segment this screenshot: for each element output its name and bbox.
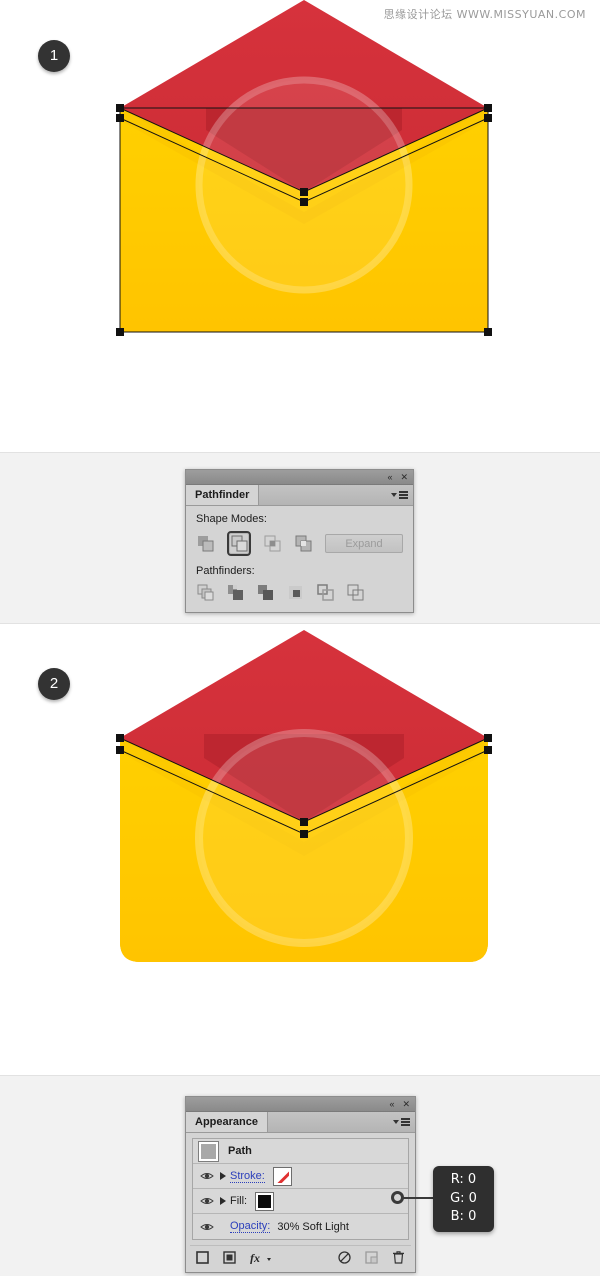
appearance-attribute-list: Path Stroke: Fill: Opacity: 30% Soft Lig… [192,1138,409,1240]
shape-modes-label: Shape Modes: [196,513,267,525]
add-new-effect-icon[interactable]: fx [250,1251,272,1264]
collapse-icon[interactable]: « [387,472,392,482]
visibility-eye-icon[interactable] [197,1196,216,1206]
pathfinder-crop-button[interactable] [286,583,305,602]
object-thumbnail [198,1140,219,1162]
step-badge-1: 1 [38,40,70,72]
tabrow-filler [268,1112,415,1132]
appearance-row-stroke[interactable]: Stroke: [193,1164,408,1189]
opacity-value: 30% Soft Light [277,1220,349,1233]
expand-button[interactable]: Expand [325,534,403,553]
appearance-panel[interactable]: « ✕ Appearance Path Stroke: Fill: Opacit… [185,1096,416,1273]
appearance-titlebar[interactable]: « ✕ [186,1097,415,1112]
object-label: Path [228,1145,252,1157]
collapse-icon[interactable]: « [389,1099,394,1109]
visibility-eye-icon[interactable] [197,1222,216,1232]
stroke-swatch-none[interactable] [272,1166,292,1186]
add-new-stroke-icon[interactable] [196,1250,209,1264]
close-icon[interactable]: ✕ [402,1099,410,1109]
appearance-row-opacity[interactable]: Opacity: 30% Soft Light [193,1214,408,1239]
rgb-g-value: G: 0 [450,1190,477,1206]
shape-modes-row: Expand [196,531,403,556]
shape-mode-intersect-button[interactable] [263,534,282,553]
pathfinder-tabrow: Pathfinder [186,485,413,506]
tabrow-filler [259,485,413,505]
pathfinder-titlebar[interactable]: « ✕ [186,470,413,485]
visibility-eye-icon[interactable] [197,1171,216,1181]
disclosure-triangle-icon[interactable] [216,1197,230,1205]
shape-mode-exclude-button[interactable] [294,534,313,553]
pathfinder-outline-button[interactable] [316,583,335,602]
shape-mode-unite-button[interactable] [196,534,215,553]
add-new-fill-icon[interactable] [223,1250,236,1264]
fill-swatch-black[interactable] [255,1191,275,1211]
opacity-label[interactable]: Opacity: [230,1220,271,1233]
pathfinder-body: Shape Modes: Expand Pathfinders: [186,506,413,612]
pathfinder-panel[interactable]: « ✕ Pathfinder Shape Modes: Expand Pathf… [185,469,414,613]
disclosure-triangle-icon[interactable] [216,1172,230,1180]
pathfinders-label: Pathfinders: [196,565,255,577]
appearance-object-row[interactable]: Path [193,1139,408,1164]
pathfinders-row [196,583,403,602]
pathfinder-merge-button[interactable] [256,583,275,602]
tab-pathfinder[interactable]: Pathfinder [186,485,260,505]
callout-anchor-dot [391,1191,404,1204]
step-badge-2: 2 [38,668,70,700]
appearance-toolbar: fx [190,1245,411,1268]
duplicate-item-icon[interactable] [365,1250,378,1264]
envelope-artwork-step2 [104,630,504,980]
delete-item-icon[interactable] [392,1250,405,1264]
rgb-value-callout: R: 0 G: 0 B: 0 [433,1166,494,1232]
pathfinder-minus-back-button[interactable] [346,583,365,602]
fill-label[interactable]: Fill: [230,1195,247,1207]
close-icon[interactable]: ✕ [400,472,408,482]
rgb-b-value: B: 0 [450,1209,477,1225]
panel-menu-icon[interactable] [391,491,408,499]
panel-menu-icon[interactable] [393,1118,410,1126]
svg-text:fx: fx [250,1251,260,1264]
stroke-label[interactable]: Stroke: [230,1170,265,1183]
tutorial-page: 思缘设计论坛 WWW.MISSYUAN.COM 1 « ✕ Pathfinder… [0,0,600,1276]
shape-mode-minus-front-button[interactable] [226,531,252,556]
envelope-artwork-step1 [104,0,504,350]
clear-appearance-icon[interactable] [338,1250,351,1264]
pathfinder-divide-button[interactable] [196,583,215,602]
pathfinder-trim-button[interactable] [226,583,245,602]
circle-overlay [195,76,413,294]
appearance-row-fill[interactable]: Fill: [193,1189,408,1214]
rgb-r-value: R: 0 [450,1171,477,1187]
appearance-tabrow: Appearance [186,1112,415,1133]
tab-appearance[interactable]: Appearance [186,1112,268,1132]
